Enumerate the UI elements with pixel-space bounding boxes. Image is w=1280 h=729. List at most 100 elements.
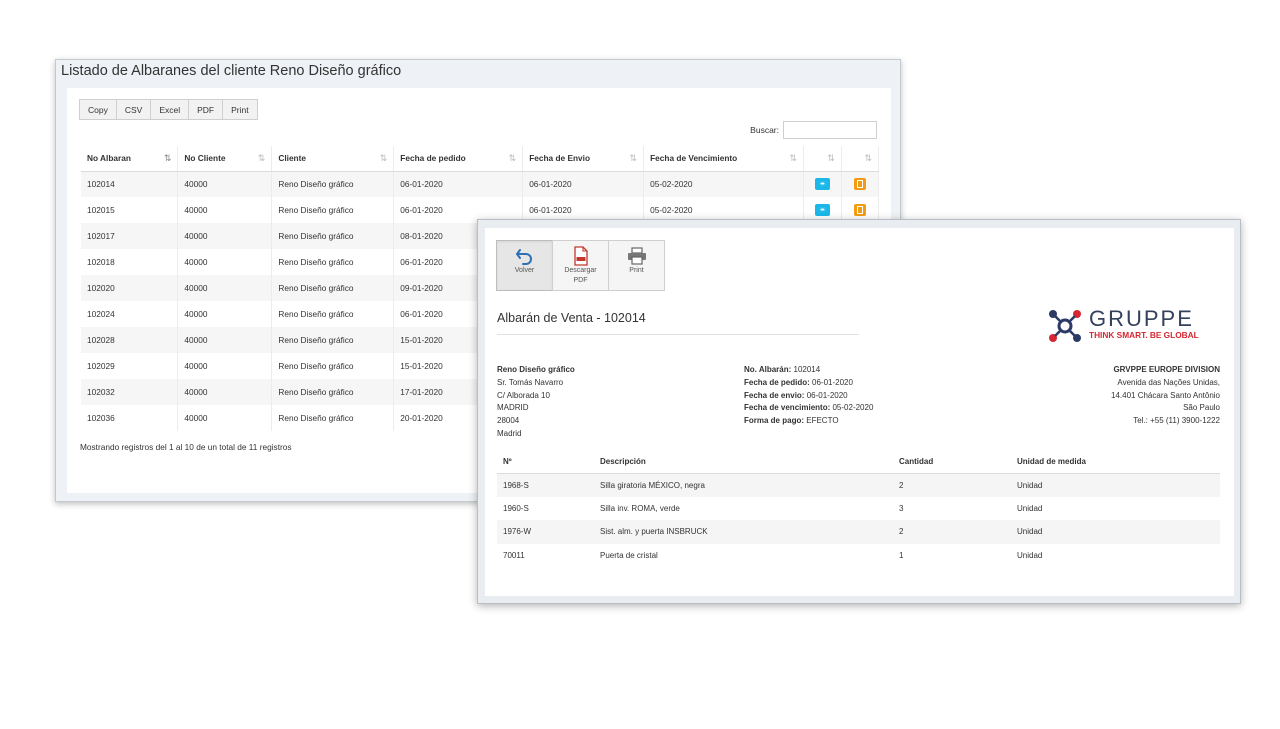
cell-no-cliente: 40000 — [177, 327, 273, 353]
print-button[interactable]: Print — [222, 99, 258, 120]
cell-cliente: Reno Diseño gráfico — [271, 301, 395, 327]
cell-no-albaran: 102029 — [81, 353, 179, 379]
print-document-button[interactable]: Print — [608, 240, 665, 291]
client-name: Reno Diseño gráfico — [497, 365, 575, 374]
download-pdf-button[interactable]: Descargar PDF — [552, 240, 609, 291]
cell-no-albaran: 102014 — [81, 171, 179, 197]
search-input[interactable] — [783, 121, 877, 139]
excel-button[interactable]: Excel — [150, 99, 190, 120]
table-header-row: No Albaran ⇅ No Cliente ⇅ Cliente ⇅ Fecha d… — [81, 146, 880, 172]
cell-no-cliente: 40000 — [177, 223, 273, 249]
cell-fecha-vencimiento: 05-02-2020 — [643, 171, 804, 197]
client-address-line: Sr. Tomás Navarro — [497, 377, 564, 387]
print-button-label: Print — [629, 267, 644, 274]
list-window-title: Listado de Albaranes del cliente Reno Di… — [61, 63, 402, 79]
sort-icon: ⇅ — [864, 153, 872, 163]
logo-tagline: THINK SMART. BE GLOBAL — [1089, 330, 1199, 340]
column-header-no-cliente[interactable]: No Cliente ⇅ — [177, 146, 273, 172]
search-area: Buscar: — [750, 121, 877, 139]
client-address-line: MADRID — [497, 403, 529, 413]
document-title: Albarán de Venta - 102014 — [497, 311, 859, 335]
company-address-block: GRVPPE EUROPE DIVISION Avenida das Naçõe… — [1111, 364, 1220, 428]
sort-icon: ⇅ — [508, 153, 517, 163]
albaran-detail-window: Volver Descargar PDF Print Albarán de Ve… — [477, 219, 1241, 604]
cell-cliente: Reno Diseño gráfico — [271, 171, 395, 197]
item-no: 1976-W — [497, 520, 594, 544]
document-icon[interactable] — [853, 178, 866, 191]
sort-icon: ⇅ — [827, 153, 835, 163]
column-header-fecha-envio[interactable]: Fecha de Envio ⇅ — [522, 146, 645, 172]
cell-no-albaran: 102028 — [81, 327, 179, 353]
detail-toolbar: Volver Descargar PDF Print — [496, 240, 665, 291]
item-descripcion: Silla giratoria MÉXICO, negra — [594, 473, 893, 497]
column-header-fecha-pedido[interactable]: Fecha de pedido ⇅ — [393, 146, 524, 172]
cell-no-albaran: 102024 — [81, 301, 179, 327]
gruppe-logo-icon — [1049, 310, 1081, 342]
client-address-line: C/ Alborada 10 — [497, 390, 550, 400]
item-descripcion: Sist. alm. y puerta INSBRUCK — [594, 520, 893, 544]
item-row: 1968-S Silla giratoria MÉXICO, negra 2 U… — [497, 473, 1220, 497]
pdf-button[interactable]: PDF — [188, 99, 224, 120]
meta-forma-pago: Forma de pago: EFECTO — [744, 416, 839, 426]
document-meta-block: No. Albarán: 102014 Fecha de pedido: 06-… — [744, 364, 873, 428]
cell-doc — [841, 171, 880, 197]
cell-no-cliente: 40000 — [177, 197, 273, 223]
download-pdf-label-line2: PDF — [573, 277, 588, 284]
document-icon[interactable] — [853, 204, 866, 216]
printer-icon — [609, 245, 664, 266]
copy-button[interactable]: Copy — [79, 99, 117, 120]
cell-no-albaran: 102032 — [81, 379, 179, 405]
company-address-line: 14.401 Chácara Santo Antônio — [1111, 390, 1220, 400]
item-unidad: Unidad — [1011, 496, 1220, 520]
cell-cliente: Reno Diseño gráfico — [271, 249, 395, 275]
back-button-label: Volver — [514, 267, 535, 274]
column-header-fecha-vencimiento[interactable]: Fecha de Vencimiento ⇅ — [643, 146, 804, 172]
meta-fecha-vencimiento: Fecha de vencimiento: 05-02-2020 — [744, 403, 874, 413]
export-button-group: Copy CSV Excel PDF Print — [79, 99, 258, 120]
items-table: Nº Descripción Cantidad Unidad de medida… — [497, 451, 1220, 567]
cell-cliente: Reno Diseño gráfico — [271, 379, 395, 405]
undo-arrow-icon — [497, 245, 552, 266]
cell-no-albaran: 102018 — [81, 249, 179, 275]
cell-no-cliente: 40000 — [177, 171, 273, 197]
column-header-no-albaran[interactable]: No Albaran ⇅ — [81, 146, 179, 172]
eye-icon[interactable] — [814, 204, 830, 216]
sort-icon: ⇅ — [789, 153, 797, 163]
cell-cliente: Reno Diseño gráfico — [271, 353, 395, 379]
cell-cliente: Reno Diseño gráfico — [271, 223, 395, 249]
cell-no-cliente: 40000 — [177, 275, 273, 301]
items-header-descripcion: Descripción — [594, 451, 893, 474]
back-button[interactable]: Volver — [496, 240, 553, 291]
column-header-view[interactable]: ⇅ — [803, 146, 842, 172]
company-address-line: São Paulo — [1183, 403, 1220, 413]
cell-no-cliente: 40000 — [177, 249, 273, 275]
item-no: 1968-S — [497, 473, 594, 497]
company-logo: GRUPPE THINK SMART. BE GLOBAL — [1045, 306, 1220, 346]
item-cantidad: 3 — [893, 496, 1011, 520]
item-no: 1960-S — [497, 496, 594, 520]
search-label: Buscar: — [750, 125, 779, 135]
item-cantidad: 1 — [893, 543, 1011, 567]
logo-wordmark: GRUPPE — [1089, 306, 1194, 331]
eye-icon[interactable] — [814, 178, 830, 191]
item-no: 70011 — [497, 543, 594, 567]
cell-cliente: Reno Diseño gráfico — [271, 197, 395, 223]
item-row: 1976-W Sist. alm. y puerta INSBRUCK 2 Un… — [497, 520, 1220, 544]
cell-cliente: Reno Diseño gráfico — [271, 327, 395, 353]
cell-fecha-pedido: 06-01-2020 — [393, 171, 524, 197]
cell-cliente: Reno Diseño gráfico — [271, 405, 395, 431]
sort-icon: ⇅ — [257, 153, 266, 163]
column-header-doc[interactable]: ⇅ — [841, 146, 880, 172]
cell-cliente: Reno Diseño gráfico — [271, 275, 395, 301]
download-pdf-label-line1: Descargar — [564, 267, 597, 274]
csv-button[interactable]: CSV — [115, 99, 152, 120]
item-descripcion: Silla inv. ROMA, verde — [594, 496, 893, 520]
column-header-cliente[interactable]: Cliente ⇅ — [271, 146, 395, 172]
sort-asc-icon: ⇅ — [163, 153, 172, 163]
meta-fecha-pedido: Fecha de pedido: 06-01-2020 — [744, 377, 853, 387]
cell-fecha-envio: 06-01-2020 — [522, 171, 645, 197]
cell-view — [803, 171, 842, 197]
cell-no-cliente: 40000 — [177, 301, 273, 327]
items-header-cantidad: Cantidad — [893, 451, 1011, 474]
items-header-no: Nº — [497, 451, 594, 474]
